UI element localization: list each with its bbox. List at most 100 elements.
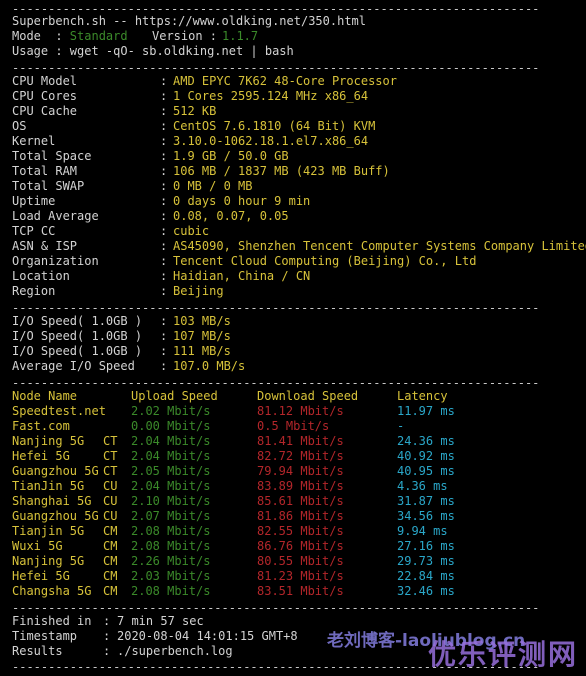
upload-speed: 2.08 Mbit/s [131,524,211,538]
table-row: Nanjing 5G CT 2.04 Mbit/s 81.41 Mbit/s 24.36… [12,434,572,449]
info-colon: : [160,224,168,238]
download-speed: 81.41 Mbit/s [257,434,344,448]
io-value: 107 MB/s [173,329,231,343]
node-isp: CT [103,449,118,463]
latency: 34.56 ms [397,509,455,523]
info-colon: : [160,134,168,148]
info-value: 3.10.0-1062.18.1.el7.x86_64 [173,134,369,148]
node-isp: CM [103,554,118,568]
info-value: 1.9 GB / 50.0 GB [173,149,289,163]
info-value: 1 Cores 2595.124 MHz x86_64 [173,89,369,103]
download-speed: 79.94 Mbit/s [257,464,344,478]
system-info-row: Total RAM:106 MB / 1837 MB (423 MB Buff) [12,164,586,179]
download-speed: 83.89 Mbit/s [257,479,344,493]
footer-value: 2020-08-04 14:01:15 GMT+8 [117,629,298,643]
footer-value: ./superbench.log [117,644,233,658]
system-info-row: Kernel:3.10.0-1062.18.1.el7.x86_64 [12,134,586,149]
mode-line: Mode : Standard Version : 1.1.7 [12,29,258,44]
info-colon: : [160,284,168,298]
system-info-row: Organization: Tencent Cloud Computing (Be… [12,254,586,269]
footer-colon: : [103,629,111,643]
latency: 4.36 ms [397,479,448,493]
system-info-row: TCP CC: cubic [12,224,586,239]
download-speed: 82.55 Mbit/s [257,524,344,538]
footer-label: Timestamp [12,629,78,643]
table-row: Hefei 5G CM 2.03 Mbit/s 81.23 Mbit/s 22.84 m… [12,569,572,584]
io-label: I/O Speed( 1.0GB ) [12,329,143,343]
io-speed-row: I/O Speed( 1.0GB ):107 MB/s [12,329,412,344]
info-colon: : [160,89,168,103]
info-value: Tencent Cloud Computing (Beijing) Co., L… [173,254,477,268]
system-info-row: OS: CentOS 7.6.1810 (64 Bit) KVM [12,119,586,134]
system-info-row: Load Average:0.08, 0.07, 0.05 [12,209,586,224]
script-title: Superbench.sh -- https://www.oldking.net… [12,14,367,28]
info-value: cubic [173,224,210,238]
latency: 40.95 ms [397,464,455,478]
node-isp: CU [103,479,118,493]
info-value: 512 KB [173,104,217,118]
table-row: Wuxi 5G CM 2.08 Mbit/s 86.76 Mbit/s 27.16 ms [12,539,572,554]
download-speed: 81.86 Mbit/s [257,509,344,523]
info-colon: : [160,179,168,193]
system-info-row: ASN & ISP: AS45090, Shenzhen Tencent Comp… [12,239,586,254]
latency: 32.46 ms [397,584,455,598]
info-value: 0.08, 0.07, 0.05 [173,209,289,223]
table-row: Speedtest.net 2.02 Mbit/s 81.12 Mbit/s 11.9… [12,404,572,419]
info-label: Total SWAP [12,179,85,193]
node-name: Nanjing 5G [12,434,85,448]
upload-speed: 2.26 Mbit/s [131,554,211,568]
node-isp: CM [103,524,118,538]
upload-speed: 2.04 Mbit/s [131,479,211,493]
upload-speed: 2.05 Mbit/s [131,464,211,478]
node-name: Hefei 5G [12,449,70,463]
io-speed-row: I/O Speed( 1.0GB ):103 MB/s [12,314,412,329]
table-row: Changsha 5G CM 2.08 Mbit/s 83.51 Mbit/s 32.4… [12,584,572,599]
table-row: Hefei 5G CT 2.04 Mbit/s 82.72 Mbit/s 40.92 m… [12,449,572,464]
node-name: Guangzhou 5G [12,464,99,478]
info-label: Uptime [12,194,56,208]
info-value: Haidian, China / CN [173,269,311,283]
info-label: Total Space [12,149,92,163]
terminal-window: ----------------------------------------… [0,0,586,676]
download-speed: 80.55 Mbit/s [257,554,344,568]
latency: - [397,419,405,433]
download-speed: 85.61 Mbit/s [257,494,344,508]
table-row: Guangzhou 5G CU 2.07 Mbit/s 81.86 Mbit/s 34.… [12,509,572,524]
download-speed: 83.51 Mbit/s [257,584,344,598]
io-speed-row: Average I/O Speed:107.0 MB/s [12,359,412,374]
info-label: Kernel [12,134,56,148]
info-value: 106 MB / 1837 MB (423 MB Buff) [173,164,390,178]
footer-colon: : [103,614,111,628]
node-name: Shanghai 5G [12,494,92,508]
node-name: Guangzhou 5G [12,509,99,523]
info-label: TCP CC [12,224,56,238]
info-label: OS [12,119,27,133]
node-name: Wuxi 5G [12,539,63,553]
header-node-name: Node Name [12,389,78,403]
node-isp: CU [103,494,118,508]
info-colon: : [160,104,168,118]
info-colon: : [160,74,168,88]
node-name: Nanjing 5G [12,554,85,568]
node-name: TianJin 5G [12,479,85,493]
system-info-row: CPU Cache:512 KB [12,104,586,119]
footer-label: Finished in [12,614,92,628]
info-label: CPU Cache [12,104,78,118]
upload-speed: 2.08 Mbit/s [131,539,211,553]
table-row: TianJin 5G CU 2.04 Mbit/s 83.89 Mbit/s 4.36 … [12,479,572,494]
system-info-row: Total Space:1.9 GB / 50.0 GB [12,149,586,164]
node-isp: CM [103,584,118,598]
footer-label: Results [12,644,63,658]
info-colon: : [160,269,168,283]
upload-speed: 2.04 Mbit/s [131,434,211,448]
latency: 27.16 ms [397,539,455,553]
table-row: Fast.com 0.00 Mbit/s 0.5 Mbit/s - [12,419,572,434]
node-name: Changsha 5G [12,584,92,598]
latency: 22.84 ms [397,569,455,583]
system-info-row: Uptime:0 days 0 hour 9 min [12,194,586,209]
io-value: 111 MB/s [173,344,231,358]
info-label: CPU Model [12,74,78,88]
system-info-row: CPU Model: AMD EPYC 7K62 48-Core Processo… [12,74,586,89]
info-label: Region [12,284,56,298]
system-info-row: Region: Beijing [12,284,586,299]
